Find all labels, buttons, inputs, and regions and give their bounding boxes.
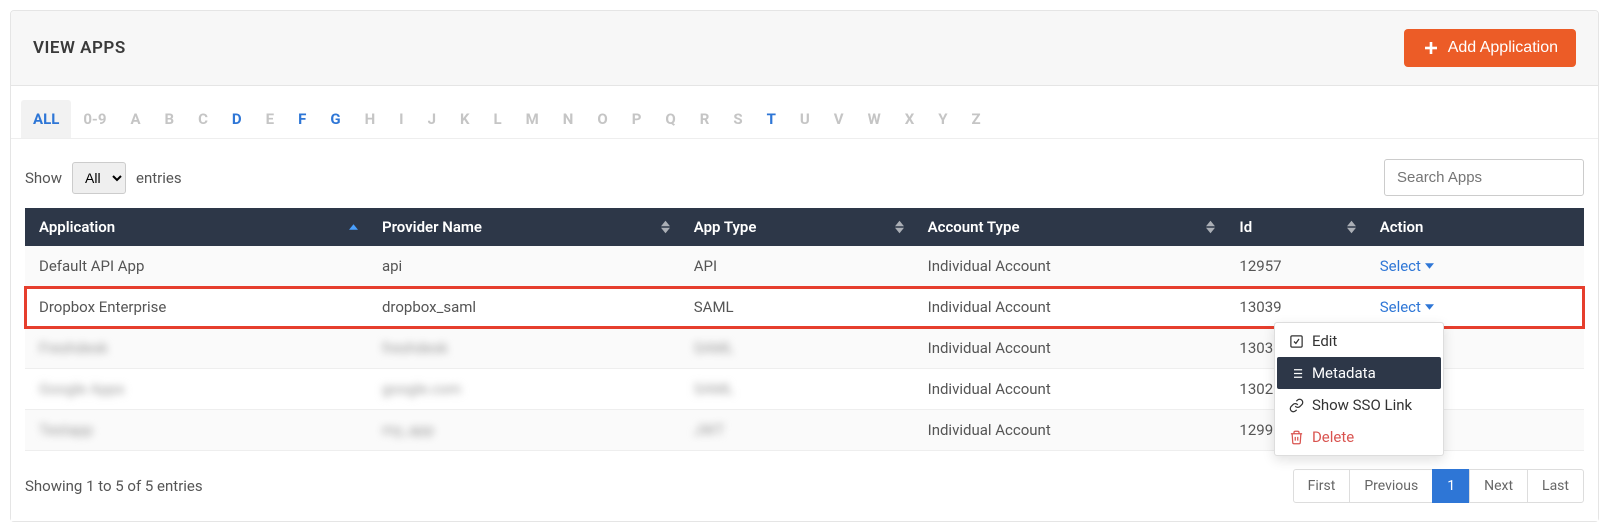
table-row: Dropbox Enterprisedropbox_samlSAMLIndivi…: [25, 287, 1584, 328]
show-prefix: Show: [25, 169, 62, 187]
select-dropdown-trigger[interactable]: Select: [1380, 257, 1434, 275]
table-header-row: Application Provider Name App Type Accou…: [25, 208, 1584, 246]
alpha-0-9[interactable]: 0-9: [71, 100, 118, 138]
cell-provider: dropbox_saml: [368, 287, 680, 328]
cell-application: Dropbox Enterprise: [25, 287, 368, 328]
alpha-i[interactable]: I: [387, 100, 415, 138]
dropdown-delete[interactable]: Delete: [1277, 421, 1441, 453]
action-dropdown: EditMetadataShow SSO LinkDelete: [1274, 322, 1444, 456]
page-first[interactable]: First: [1293, 469, 1351, 503]
cell-app_type: SAML: [680, 287, 914, 328]
dropdown-show-sso[interactable]: Show SSO Link: [1277, 389, 1441, 421]
table-footer: Showing 1 to 5 of 5 entries FirstPreviou…: [11, 451, 1598, 503]
cell-app_type: JWT: [680, 410, 914, 451]
cell-id: 12957: [1225, 246, 1365, 287]
cell-application: Default API App: [25, 246, 368, 287]
alpha-t[interactable]: T: [755, 100, 788, 138]
alpha-h[interactable]: H: [353, 100, 388, 138]
cell-provider: api: [368, 246, 680, 287]
entries-select[interactable]: All: [72, 162, 126, 194]
caret-down-icon: [1425, 263, 1434, 269]
col-id[interactable]: Id: [1225, 208, 1365, 246]
cell-application: Google Apps: [25, 369, 368, 410]
alpha-filter: ALL0-9ABCDEFGHIJKLMNOPQRSTUVWXYZ: [11, 100, 1598, 139]
show-suffix: entries: [136, 169, 182, 187]
plus-icon: [1422, 39, 1440, 57]
col-action: Action: [1366, 208, 1584, 246]
cell-action: Select EditMetadataShow SSO LinkDelete: [1366, 287, 1584, 328]
select-dropdown-trigger[interactable]: Select EditMetadataShow SSO LinkDelete: [1380, 298, 1434, 316]
alpha-all[interactable]: ALL: [21, 100, 71, 138]
search-box: [1384, 159, 1584, 196]
entries-info: Showing 1 to 5 of 5 entries: [25, 477, 203, 495]
alpha-e[interactable]: E: [254, 100, 286, 138]
alpha-u[interactable]: U: [788, 100, 822, 138]
col-accounttype[interactable]: Account Type: [914, 208, 1226, 246]
alpha-b[interactable]: B: [153, 100, 187, 138]
alpha-v[interactable]: V: [822, 100, 856, 138]
trash-icon: [1289, 430, 1304, 445]
alpha-r[interactable]: R: [688, 100, 722, 138]
table-row: Default API AppapiAPIIndividual Account1…: [25, 246, 1584, 287]
cell-app_type: SAML: [680, 369, 914, 410]
cell-provider: google.com: [368, 369, 680, 410]
alpha-s[interactable]: S: [721, 100, 754, 138]
alpha-p[interactable]: P: [620, 100, 654, 138]
page-last[interactable]: Last: [1527, 469, 1584, 503]
cell-account_type: Individual Account: [914, 410, 1226, 451]
alpha-f[interactable]: F: [286, 100, 318, 138]
cell-provider: freshdesk: [368, 328, 680, 369]
list-icon: [1289, 366, 1304, 381]
cell-application: Freshdesk: [25, 328, 368, 369]
alpha-z[interactable]: Z: [960, 100, 993, 138]
dropdown-edit[interactable]: Edit: [1277, 325, 1441, 357]
view-apps-panel: VIEW APPS Add Application ALL0-9ABCDEFGH…: [10, 10, 1599, 522]
alpha-q[interactable]: Q: [653, 100, 687, 138]
add-application-label: Add Application: [1448, 39, 1558, 57]
page-1[interactable]: 1: [1432, 469, 1470, 503]
page-title: VIEW APPS: [33, 38, 126, 58]
alpha-n[interactable]: N: [551, 100, 586, 138]
col-application[interactable]: Application: [25, 208, 368, 246]
edit-icon: [1289, 334, 1304, 349]
cell-app_type: API: [680, 246, 914, 287]
add-application-button[interactable]: Add Application: [1404, 29, 1576, 67]
alpha-w[interactable]: W: [856, 100, 893, 138]
link-icon: [1289, 398, 1304, 413]
cell-app_type: SAML: [680, 328, 914, 369]
page-previous[interactable]: Previous: [1349, 469, 1433, 503]
pagination: FirstPrevious1NextLast: [1294, 469, 1584, 503]
alpha-j[interactable]: J: [416, 100, 448, 138]
cell-action: Select: [1366, 246, 1584, 287]
alpha-l[interactable]: L: [482, 100, 514, 138]
panel-header: VIEW APPS Add Application: [11, 11, 1598, 86]
cell-account_type: Individual Account: [914, 246, 1226, 287]
show-entries: Show All entries: [25, 162, 182, 194]
alpha-a[interactable]: A: [118, 100, 152, 138]
alpha-d[interactable]: D: [220, 100, 254, 138]
alpha-k[interactable]: K: [448, 100, 482, 138]
cell-account_type: Individual Account: [914, 369, 1226, 410]
alpha-y[interactable]: Y: [926, 100, 959, 138]
apps-table: Application Provider Name App Type Accou…: [25, 208, 1584, 451]
cell-application: Testapp: [25, 410, 368, 451]
page-next[interactable]: Next: [1469, 469, 1528, 503]
alpha-o[interactable]: O: [585, 100, 619, 138]
col-apptype[interactable]: App Type: [680, 208, 914, 246]
search-input[interactable]: [1384, 159, 1584, 196]
cell-account_type: Individual Account: [914, 287, 1226, 328]
caret-down-icon: [1425, 304, 1434, 310]
table-controls: Show All entries: [11, 159, 1598, 208]
col-provider[interactable]: Provider Name: [368, 208, 680, 246]
dropdown-metadata[interactable]: Metadata: [1277, 357, 1441, 389]
cell-account_type: Individual Account: [914, 328, 1226, 369]
alpha-m[interactable]: M: [514, 100, 551, 138]
alpha-g[interactable]: G: [318, 100, 352, 138]
alpha-c[interactable]: C: [186, 100, 220, 138]
cell-provider: my_app: [368, 410, 680, 451]
panel-body: ALL0-9ABCDEFGHIJKLMNOPQRSTUVWXYZ Show Al…: [11, 86, 1598, 521]
alpha-x[interactable]: X: [893, 100, 927, 138]
